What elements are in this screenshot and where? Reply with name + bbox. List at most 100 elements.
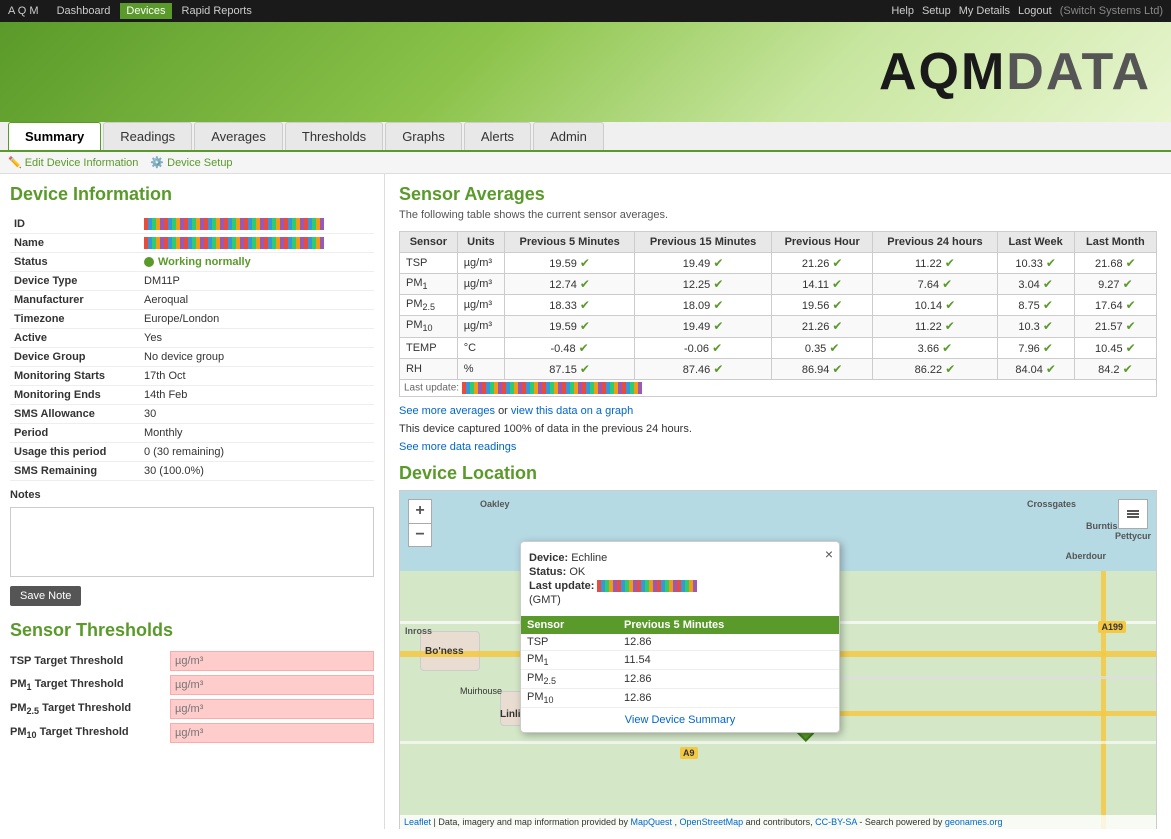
- logout-link[interactable]: Logout: [1018, 5, 1052, 17]
- see-more-averages-link[interactable]: See more averages: [399, 405, 495, 417]
- tab-alerts[interactable]: Alerts: [464, 122, 531, 150]
- setup-icon: ⚙️: [150, 156, 164, 169]
- label-a199: A199: [1098, 621, 1126, 633]
- field-label-usage: Usage this period: [10, 443, 140, 462]
- ccbysa-link[interactable]: CC-BY-SA: [815, 817, 857, 827]
- table-row: Usage this period 0 (30 remaining): [10, 443, 374, 462]
- road-a9: [400, 741, 1156, 744]
- id-dots: [144, 218, 324, 230]
- check-icon: ✔: [1046, 362, 1056, 376]
- check-icon: ✔: [713, 256, 723, 270]
- map-layers-button[interactable]: [1118, 499, 1148, 529]
- threshold-input-pm10[interactable]: [170, 723, 374, 743]
- threshold-input-pm1[interactable]: [170, 675, 374, 695]
- map-zoom-out-button[interactable]: −: [408, 523, 432, 547]
- device-info-section: Device Information ID Name Status: [10, 184, 374, 606]
- my-details-link[interactable]: My Details: [959, 5, 1010, 17]
- tab-graphs[interactable]: Graphs: [385, 122, 462, 150]
- map-controls: + −: [408, 499, 432, 547]
- thresholds-title: Sensor Thresholds: [10, 620, 374, 641]
- table-row: Timezone Europe/London: [10, 310, 374, 329]
- cell-unit-pm10: µg/m³: [457, 316, 504, 337]
- cell-ph-rh: 86.94 ✔: [772, 358, 873, 379]
- popup-cell-sensor-pm1: PM1: [521, 650, 618, 669]
- tab-summary[interactable]: Summary: [8, 122, 101, 150]
- cell-lw-rh: 84.04 ✔: [997, 358, 1074, 379]
- field-label-device-type: Device Type: [10, 272, 140, 291]
- popup-row-pm25: PM2.5 12.86: [521, 669, 839, 688]
- check-icon: ✔: [713, 319, 723, 333]
- label-pettycur: Pettycur: [1115, 531, 1151, 541]
- cell-sensor-pm10: PM10: [400, 316, 458, 337]
- cell-p15-pm25: 18.09 ✔: [635, 295, 772, 316]
- popup-row-pm1: PM1 11.54: [521, 650, 839, 669]
- check-icon: ✔: [580, 256, 590, 270]
- field-label-period: Period: [10, 424, 140, 443]
- popup-last-update: Last update:: [529, 580, 815, 592]
- tab-averages[interactable]: Averages: [194, 122, 283, 150]
- popup-cell-value-tsp: 12.86: [618, 634, 839, 651]
- map-zoom-in-button[interactable]: +: [408, 499, 432, 523]
- field-value-timezone: Europe/London: [140, 310, 374, 329]
- table-row: Status Working normally: [10, 253, 374, 272]
- col-p15: Previous 15 Minutes: [635, 232, 772, 253]
- geonames-link[interactable]: geonames.org: [945, 817, 1003, 827]
- field-value-device-type: DM11P: [140, 272, 374, 291]
- tab-admin[interactable]: Admin: [533, 122, 604, 150]
- table-row: Monitoring Ends 14th Feb: [10, 386, 374, 405]
- field-label-monitoring-ends: Monitoring Ends: [10, 386, 140, 405]
- label-crossgates: Crossgates: [1027, 499, 1076, 509]
- mapquest-link[interactable]: MapQuest: [630, 817, 672, 827]
- table-row: Manufacturer Aeroqual: [10, 291, 374, 310]
- more-readings-link[interactable]: See more data readings: [399, 441, 516, 453]
- cell-p5-pm1: 12.74 ✔: [505, 274, 635, 295]
- nav-dashboard[interactable]: Dashboard: [51, 3, 117, 19]
- cell-p5-pm10: 19.59 ✔: [505, 316, 635, 337]
- check-icon: ✔: [580, 319, 590, 333]
- tab-readings[interactable]: Readings: [103, 122, 192, 150]
- threshold-label-pm10: PM10 Target Threshold: [10, 726, 170, 740]
- setup-link[interactable]: Setup: [922, 5, 951, 17]
- save-note-button[interactable]: Save Note: [10, 586, 81, 606]
- check-icon: ✔: [829, 341, 839, 355]
- popup-table-header-row: Sensor Previous 5 Minutes: [521, 616, 839, 634]
- notes-textarea[interactable]: [10, 507, 374, 577]
- osm-link[interactable]: OpenStreetMap: [680, 817, 744, 827]
- check-icon: ✔: [832, 277, 842, 291]
- check-icon: ✔: [713, 362, 723, 376]
- nav-devices[interactable]: Devices: [120, 3, 171, 19]
- table-row-pm10: PM10 µg/m³ 19.59 ✔ 19.49 ✔ 21.26 ✔ 11.22…: [400, 316, 1157, 337]
- label-boness: Bo'ness: [425, 646, 464, 657]
- table-row: Device Group No device group: [10, 348, 374, 367]
- threshold-input-pm25[interactable]: [170, 699, 374, 719]
- check-icon: ✔: [832, 298, 842, 312]
- popup-close-button[interactable]: ×: [825, 546, 833, 562]
- check-icon: ✔: [1043, 277, 1053, 291]
- view-graph-link[interactable]: view this data on a graph: [511, 405, 633, 417]
- table-row-tsp: TSP µg/m³ 19.59 ✔ 19.49 ✔ 21.26 ✔ 11.22 …: [400, 253, 1157, 274]
- top-nav: A Q M Dashboard Devices Rapid Reports He…: [0, 0, 1171, 22]
- cell-lm-tsp: 21.68 ✔: [1074, 253, 1156, 274]
- links-row: See more averages or view this data on a…: [399, 405, 1157, 417]
- cell-p15-pm1: 12.25 ✔: [635, 274, 772, 295]
- device-setup-link[interactable]: ⚙️ Device Setup: [150, 156, 232, 169]
- edit-device-info-link[interactable]: ✏️ Edit Device Information: [8, 156, 138, 169]
- check-icon: ✔: [945, 298, 955, 312]
- cell-sensor-tsp: TSP: [400, 253, 458, 274]
- popup-row-tsp: TSP 12.86: [521, 634, 839, 651]
- help-link[interactable]: Help: [891, 5, 914, 17]
- view-device-summary-link[interactable]: View Device Summary: [625, 714, 735, 726]
- map-popup: × Device: Echline Status: OK Last update…: [520, 541, 840, 734]
- sensor-averages-desc: The following table shows the current se…: [399, 209, 1157, 221]
- cell-lw-pm1: 3.04 ✔: [997, 274, 1074, 295]
- cell-p24-temp: 3.66 ✔: [873, 337, 997, 358]
- field-label-id: ID: [10, 215, 140, 234]
- nav-rapid-reports[interactable]: Rapid Reports: [176, 3, 258, 19]
- tab-thresholds[interactable]: Thresholds: [285, 122, 383, 150]
- leaflet-link[interactable]: Leaflet: [404, 817, 431, 827]
- table-row: Name: [10, 234, 374, 253]
- logo-aqm: AQM: [879, 43, 1006, 101]
- cell-sensor-pm25: PM2.5: [400, 295, 458, 316]
- threshold-input-tsp[interactable]: [170, 651, 374, 671]
- popup-cell-sensor-pm10: PM10: [521, 689, 618, 708]
